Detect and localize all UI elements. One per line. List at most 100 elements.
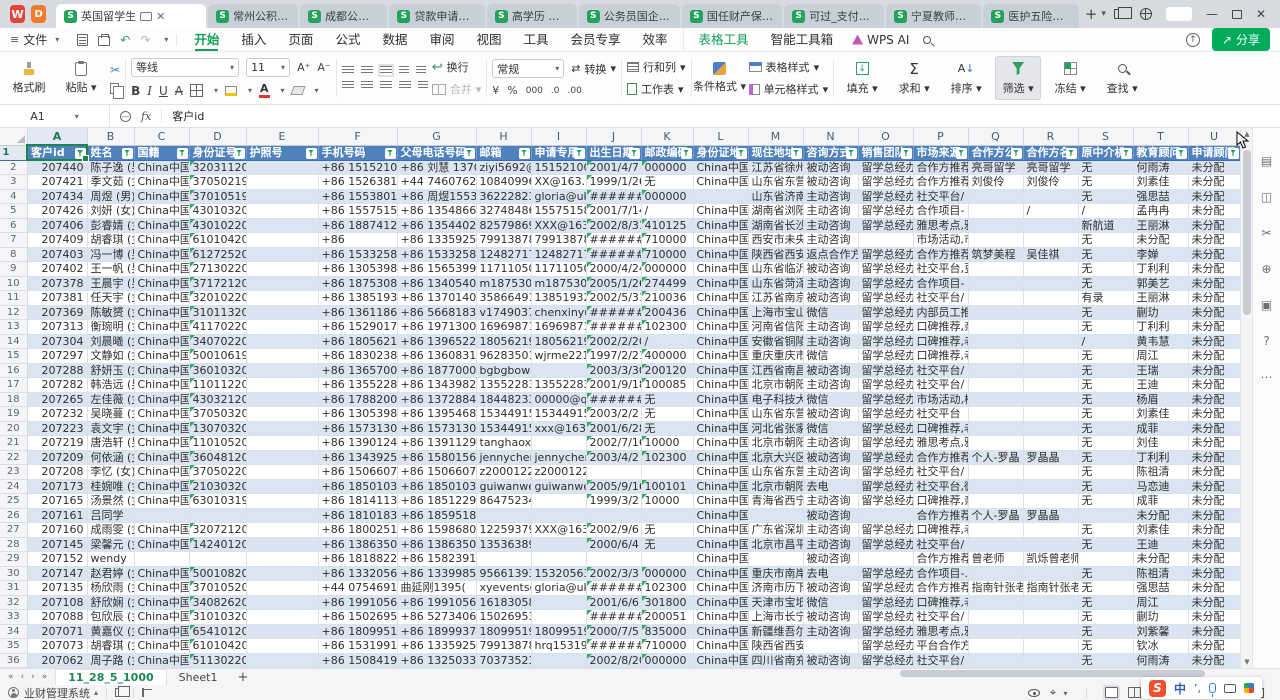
- header-cell[interactable]: 教育顾问: [1133, 145, 1188, 160]
- cell[interactable]: China中国: [134, 523, 189, 538]
- cell[interactable]: gloria@uk(: [531, 189, 586, 204]
- menu-tab-页面[interactable]: 页面: [277, 28, 324, 51]
- number-format-select[interactable]: 常规▾: [492, 59, 564, 78]
- header-cell[interactable]: 原中介机: [1078, 145, 1133, 160]
- column-header-O[interactable]: O: [858, 128, 913, 145]
- menu-tab-审阅[interactable]: 审阅: [418, 28, 465, 51]
- cell[interactable]: 无: [1078, 175, 1133, 190]
- align-right-icon[interactable]: [380, 81, 392, 90]
- cell[interactable]: [246, 291, 318, 306]
- cell[interactable]: China中国: [693, 276, 748, 291]
- cell[interactable]: [246, 450, 318, 465]
- column-header-H[interactable]: H: [476, 128, 531, 145]
- cell[interactable]: 微信: [803, 392, 858, 407]
- cell[interactable]: [246, 407, 318, 422]
- cell[interactable]: [246, 465, 318, 480]
- cell[interactable]: 710000: [641, 247, 693, 262]
- cell[interactable]: 207434: [27, 189, 87, 204]
- document-tab[interactable]: S英国留学生✕: [56, 4, 206, 28]
- cell[interactable]: 唐浩轩 (男: [87, 436, 134, 451]
- cell[interactable]: 1997/2/21: [586, 349, 641, 364]
- increase-indent-icon[interactable]: [416, 66, 426, 75]
- cell[interactable]: 留学总经办: [858, 407, 913, 422]
- cell[interactable]: 110105200207165451: [189, 436, 246, 451]
- cell[interactable]: 207173: [27, 479, 87, 494]
- cell[interactable]: [748, 508, 803, 523]
- cell[interactable]: 周子路 (女: [87, 653, 134, 668]
- cell[interactable]: China中国: [134, 407, 189, 422]
- cell[interactable]: China中国: [693, 392, 748, 407]
- cell[interactable]: wendy: [87, 552, 134, 567]
- cell[interactable]: 610104200212213421: [189, 639, 246, 654]
- cell[interactable]: [968, 479, 1023, 494]
- cell[interactable]: 北京市朝阳: [748, 436, 803, 451]
- cell[interactable]: 合作方推荐: [913, 450, 968, 465]
- cell[interactable]: 有录: [1078, 291, 1133, 306]
- cell[interactable]: China中国: [693, 523, 748, 538]
- cell[interactable]: 吕同学: [87, 508, 134, 523]
- cell[interactable]: 吴晓蔓 (女: [87, 407, 134, 422]
- cell[interactable]: +86 1582391866:: [397, 552, 476, 567]
- cell[interactable]: 200436: [641, 305, 693, 320]
- header-cell[interactable]: 身份证号: [189, 145, 246, 160]
- cell[interactable]: [531, 494, 586, 509]
- cell[interactable]: +86 1354402198: [397, 218, 476, 233]
- cell[interactable]: 罗晶晶: [1023, 508, 1078, 523]
- cell[interactable]: 陈子逸 (男: [87, 160, 134, 175]
- panel-more-icon[interactable]: ⋯: [1261, 370, 1273, 384]
- cell[interactable]: 北京大兴区: [748, 450, 803, 465]
- cell[interactable]: [1023, 378, 1078, 393]
- cell[interactable]: 370105199411221118: [189, 189, 246, 204]
- cell[interactable]: [1023, 639, 1078, 654]
- cell[interactable]: 四川省南充: [748, 653, 803, 668]
- cell[interactable]: 2000/4/24: [586, 262, 641, 277]
- cell[interactable]: [968, 624, 1023, 639]
- cell[interactable]: [246, 233, 318, 248]
- cell[interactable]: 刘妍 (女): [87, 204, 134, 219]
- cell[interactable]: 留学总经办: [858, 624, 913, 639]
- pages-icon[interactable]: [115, 688, 125, 697]
- 冻结-button[interactable]: 冻结 ▾: [1047, 56, 1093, 100]
- cell[interactable]: 被动咨询: [803, 552, 858, 567]
- cell[interactable]: 未分配: [1188, 581, 1240, 596]
- cell[interactable]: China中国: [134, 262, 189, 277]
- cell[interactable]: /: [1078, 204, 1133, 219]
- cell[interactable]: 无: [1078, 537, 1133, 552]
- bold-button[interactable]: B: [131, 84, 140, 98]
- header-cell[interactable]: 邮政编码: [641, 145, 693, 160]
- cell[interactable]: 无: [641, 421, 693, 436]
- cell[interactable]: 安徽省铜陵: [748, 334, 803, 349]
- cell[interactable]: 被动咨询: [803, 508, 858, 523]
- cell[interactable]: 无: [1078, 465, 1133, 480]
- cell[interactable]: [586, 508, 641, 523]
- font-name-select[interactable]: 等线▾: [131, 58, 239, 77]
- header-cell[interactable]: 父母电话号码: [397, 145, 476, 160]
- font-size-select[interactable]: 11▾: [246, 58, 290, 77]
- cell[interactable]: 微信: [803, 349, 858, 364]
- cell[interactable]: 主动咨询: [803, 378, 858, 393]
- cell[interactable]: 207145: [27, 537, 87, 552]
- cell[interactable]: 无: [1078, 189, 1133, 204]
- cell[interactable]: 180562196: [531, 334, 586, 349]
- column-header-S[interactable]: S: [1078, 128, 1133, 145]
- menu-tab-效率[interactable]: 效率: [632, 28, 679, 51]
- cell[interactable]: 留学总经办: [858, 581, 913, 596]
- cell[interactable]: 主动咨询: [803, 537, 858, 552]
- cell[interactable]: +86 18188228: [318, 552, 397, 567]
- row-header-14[interactable]: 14: [0, 334, 27, 349]
- panel-doc-icon[interactable]: ▤: [1261, 154, 1272, 168]
- cell[interactable]: 未分配: [1188, 175, 1240, 190]
- cell[interactable]: 未分配: [1188, 465, 1240, 480]
- cell[interactable]: 184482332: [476, 392, 531, 407]
- cell[interactable]: [968, 421, 1023, 436]
- cell[interactable]: 130703200106280921: [189, 421, 246, 436]
- cell[interactable]: [803, 639, 858, 654]
- cell[interactable]: 153449155: [531, 407, 586, 422]
- cell[interactable]: xxx@163.c(: [531, 421, 586, 436]
- cell[interactable]: 被动咨询: [803, 407, 858, 422]
- cell[interactable]: 主动咨询: [803, 624, 858, 639]
- cell[interactable]: 北京市昌平: [748, 537, 803, 552]
- cell[interactable]: 未分配: [1188, 276, 1240, 291]
- cell[interactable]: 上海市长宁: [748, 610, 803, 625]
- cell[interactable]: ########: [586, 305, 641, 320]
